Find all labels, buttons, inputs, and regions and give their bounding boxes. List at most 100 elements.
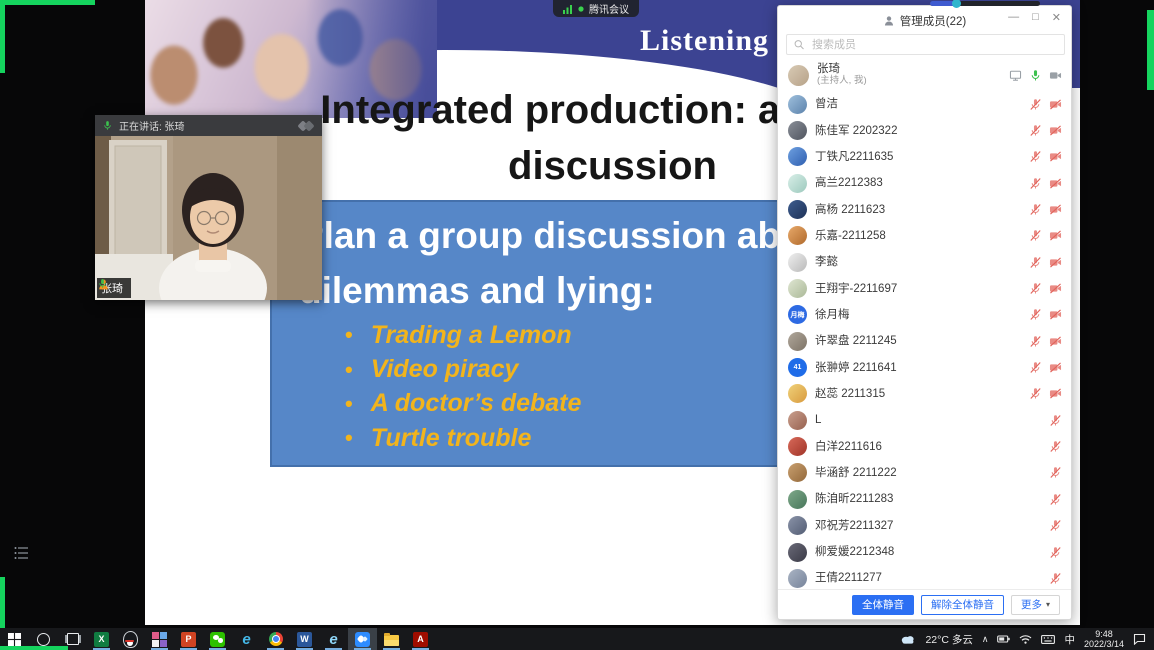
mic-muted-icon[interactable] [1029,177,1042,190]
member-search[interactable] [786,34,1065,55]
taskbar-photos[interactable] [145,628,174,650]
member-row[interactable]: 月梅徐月梅 [778,302,1071,328]
more-button[interactable]: 更多 ▾ [1011,595,1060,615]
webcam-name-tag: 张琦 [97,278,131,298]
mic-muted-icon[interactable] [1049,519,1062,532]
mic-muted-icon[interactable] [1049,493,1062,506]
wifi-icon[interactable] [1019,634,1032,644]
action-center-icon[interactable] [1133,633,1146,645]
wallpaper-accent [0,646,68,650]
search-input[interactable] [810,38,1058,52]
taskbar-word[interactable]: W [290,628,319,650]
mute-all-button[interactable]: 全体静音 [852,595,914,615]
taskbar-tencent-meeting[interactable] [348,628,377,650]
annotation-list-icon[interactable] [14,546,30,565]
mic-muted-icon[interactable] [1029,282,1042,295]
mic-muted-icon[interactable] [1029,203,1042,216]
taskbar-clock[interactable]: 9:48 2022/3/14 [1084,629,1124,649]
ime-indicator[interactable]: 中 [1064,632,1075,647]
member-row[interactable]: 陈洎昕2211283 [778,486,1071,512]
taskbar-excel[interactable]: X [87,628,116,650]
mic-muted-icon[interactable] [1049,466,1062,479]
camera-muted-icon[interactable] [1049,229,1062,242]
member-row[interactable]: 邓祝芳2211327 [778,513,1071,539]
camera-muted-icon[interactable] [1049,124,1062,137]
camera-muted-icon[interactable] [1049,256,1062,269]
camera-muted-icon[interactable] [1049,308,1062,321]
taskbar-acrobat[interactable]: A [406,628,435,650]
taskbar-ie[interactable]: e [232,628,261,650]
member-row[interactable]: 柳爱媛2212348 [778,539,1071,565]
mic-muted-icon[interactable] [1029,98,1042,111]
meeting-logo-icon [299,120,315,132]
taskbar-file-explorer[interactable] [377,628,406,650]
mic-on-icon[interactable] [1029,69,1042,82]
member-row[interactable]: 赵蕊 2211315 [778,381,1071,407]
member-row[interactable]: 张琦(主持人, 我) [778,59,1071,91]
member-row[interactable]: 李懿 [778,249,1071,275]
unmute-all-button[interactable]: 解除全体静音 [921,595,1004,615]
mic-muted-icon[interactable] [1029,124,1042,137]
camera-muted-icon[interactable] [1049,335,1062,348]
hidden-icons-button[interactable]: ∧ [982,634,989,645]
taskbar-wechat[interactable] [203,628,232,650]
minimize-button[interactable]: — [1008,11,1019,24]
screen-share-icon[interactable] [1009,69,1022,82]
avatar [788,65,809,86]
mic-muted-icon[interactable] [1049,440,1062,453]
member-row[interactable]: 陈佳军 2202322 [778,117,1071,143]
search-icon [793,38,805,51]
mic-muted-icon[interactable] [1029,229,1042,242]
avatar [788,253,807,272]
member-row[interactable]: 毕涵舒 2211222 [778,460,1071,486]
touch-keyboard-icon[interactable] [1041,635,1055,644]
close-button[interactable]: ✕ [1052,11,1061,24]
mic-muted-icon[interactable] [1029,361,1042,374]
camera-muted-icon[interactable] [1049,177,1062,190]
taskbar-qq[interactable] [116,628,145,650]
battery-icon[interactable] [997,635,1010,643]
member-row[interactable]: 41张翀婷 2211641 [778,354,1071,380]
taskbar-chrome[interactable] [261,628,290,650]
camera-muted-icon[interactable] [1049,282,1062,295]
member-row[interactable]: 丁铁凡2211635 [778,144,1071,170]
bullet-item: •Video piracy [345,352,581,386]
webcam-titlebar[interactable]: 正在讲话: 张琦 [95,115,322,136]
avatar [788,332,807,351]
mic-muted-icon[interactable] [1029,308,1042,321]
camera-muted-icon[interactable] [1049,150,1062,163]
weather-label[interactable]: 22°C 多云 [925,632,972,647]
mic-muted-icon[interactable] [1029,387,1042,400]
camera-muted-icon[interactable] [1049,203,1062,216]
mic-muted-icon[interactable] [1029,150,1042,163]
camera-muted-icon[interactable] [1049,98,1062,111]
mic-muted-icon[interactable] [1049,414,1062,427]
member-row[interactable]: 白洋2211616 [778,433,1071,459]
taskbar-powerpoint[interactable]: P [174,628,203,650]
mic-muted-icon[interactable] [1029,335,1042,348]
signal-bars-icon [563,4,573,14]
member-row[interactable]: 曾洁 [778,91,1071,117]
member-row[interactable]: 许翠盘 2211245 [778,328,1071,354]
member-row[interactable]: 王倩2211277 [778,565,1071,589]
avatar [788,174,807,193]
member-name: 曾洁 [815,98,838,110]
webcam-window[interactable]: 正在讲话: 张琦 [95,115,322,300]
maximize-button[interactable]: □ [1032,11,1039,24]
taskbar-ie2[interactable]: e [319,628,348,650]
mic-muted-icon[interactable] [1049,572,1062,585]
member-row[interactable]: 乐嘉-2211258 [778,223,1071,249]
member-row[interactable]: 高杨 2211623 [778,196,1071,222]
mic-muted-icon[interactable] [1049,546,1062,559]
camera-muted-icon[interactable] [1049,387,1062,400]
ie-icon: e [242,632,250,647]
member-row[interactable]: L [778,407,1071,433]
mic-muted-icon[interactable] [1029,256,1042,269]
camera-muted-icon[interactable] [1049,361,1062,374]
weather-cloud-icon[interactable] [900,634,916,644]
member-row[interactable]: 高兰2212383 [778,170,1071,196]
camera-icon[interactable] [1049,69,1062,82]
member-row[interactable]: 王翔宇-2211697 [778,275,1071,301]
meeting-status-pill[interactable]: 腾讯会议 [553,0,639,17]
volume-slider[interactable] [930,1,1040,6]
